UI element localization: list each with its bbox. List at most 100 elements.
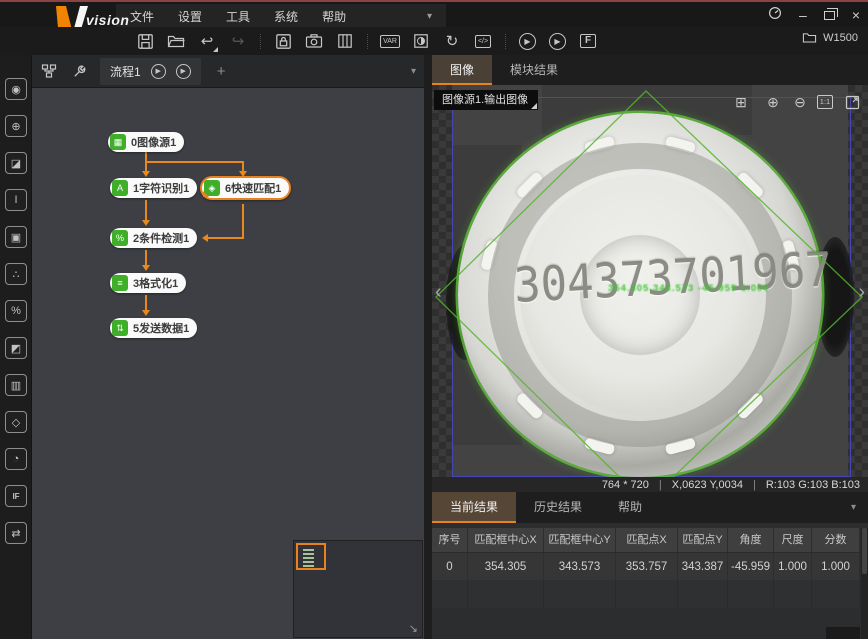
image-processing-tool-icon[interactable]: ◩ bbox=[5, 337, 27, 359]
run-once-icon[interactable]: ▶ bbox=[519, 33, 536, 50]
fullscreen-icon[interactable] bbox=[843, 93, 861, 111]
node-fast-match[interactable]: ◈ 6快速匹配1 bbox=[200, 176, 291, 200]
statistics-tool-icon[interactable]: ▥ bbox=[5, 374, 27, 396]
tool-sidebar: ◉ ⊕ ◪ I ▣ ∴ % ◩ ▥ ◇ ◔ IF ⇄ bbox=[0, 55, 32, 639]
color-tool-icon[interactable]: ◇ bbox=[5, 411, 27, 433]
connector bbox=[145, 200, 147, 222]
solution-folder-icon bbox=[802, 31, 817, 44]
node-format[interactable]: ≡ 3格式化1 bbox=[110, 273, 186, 293]
image-source-selector[interactable]: 图像源1.输出图像 bbox=[434, 90, 538, 110]
solution-name: W1500 bbox=[823, 32, 858, 44]
character-recognition-node-icon: A bbox=[112, 180, 128, 196]
variables-icon[interactable]: VAR bbox=[381, 32, 399, 50]
communication-tool-icon[interactable]: ⇄ bbox=[5, 522, 27, 544]
format-node-icon: ≡ bbox=[112, 275, 128, 291]
table-row[interactable]: 0 354.305 343.573 353.757 343.387 -45.95… bbox=[432, 552, 860, 580]
node-character-recognition[interactable]: A 1字符识别1 bbox=[110, 178, 197, 198]
image-adjust-tool-icon[interactable]: ◪ bbox=[5, 152, 27, 174]
run-continuous-icon[interactable]: ▶ bbox=[549, 33, 566, 50]
performance-gauge-icon[interactable] bbox=[768, 5, 782, 25]
send-data-node-icon: ⇅ bbox=[112, 320, 128, 336]
window-controls: – × bbox=[768, 5, 860, 25]
prev-image-arrow[interactable]: ‹ bbox=[435, 281, 442, 304]
wrench-icon[interactable] bbox=[70, 62, 88, 80]
col-match-center-x: 匹配框中心X bbox=[468, 528, 544, 552]
col-score: 分数 bbox=[812, 528, 860, 552]
visionmaster-window: 文件 设置 工具 系统 帮助 ▾ – × vision master bbox=[0, 0, 868, 639]
undo-icon[interactable]: ↩ bbox=[198, 32, 216, 50]
flow-header: 流程1 ▶ ▶ + ▾ bbox=[32, 55, 424, 88]
col-scale: 尺度 bbox=[774, 528, 812, 552]
node-image-source[interactable]: ▦ 0图像源1 bbox=[108, 132, 184, 152]
save-locked-icon[interactable] bbox=[274, 32, 292, 50]
global-trigger-icon[interactable]: ↻ bbox=[443, 32, 461, 50]
minimap-resize-handle[interactable]: ↘ bbox=[409, 622, 418, 635]
flow-canvas[interactable]: ▦ 0图像源1 A 1字符识别1 ◈ 6快速匹配1 % 2条件检测1 ≡ 3格式… bbox=[32, 88, 424, 639]
close-button[interactable]: × bbox=[852, 5, 860, 25]
image-status-bar: 764 * 720 | X,0623 Y,0034 | R:103 G:103 … bbox=[432, 477, 868, 492]
minimap-viewport[interactable] bbox=[296, 543, 326, 570]
toolbar-separator bbox=[367, 34, 368, 49]
zoom-in-icon[interactable]: ⊕ bbox=[764, 93, 782, 111]
add-flow-button[interactable]: + bbox=[217, 63, 226, 80]
flow-minimap[interactable]: ↘ bbox=[293, 540, 423, 638]
next-image-arrow[interactable]: › bbox=[858, 281, 865, 304]
one-to-one-icon[interactable]: 1:1 bbox=[816, 93, 834, 111]
node-send-data[interactable]: ⇅ 5发送数据1 bbox=[110, 318, 197, 338]
result-tabs-bar: 当前结果 历史结果 帮助 ▾ bbox=[432, 492, 868, 523]
script-icon[interactable]: </> bbox=[474, 32, 492, 50]
fit-to-window-icon[interactable]: ⊞ bbox=[732, 93, 750, 111]
if-condition-tool-icon[interactable]: IF bbox=[5, 485, 27, 507]
scroll-corner bbox=[826, 627, 860, 639]
connector bbox=[242, 204, 244, 239]
flow-tab[interactable]: 流程1 ▶ ▶ bbox=[100, 58, 201, 85]
restore-button[interactable] bbox=[824, 11, 835, 20]
menubar-collapse-icon[interactable]: ▾ bbox=[427, 11, 432, 22]
menu-settings[interactable]: 设置 bbox=[178, 8, 202, 25]
connector bbox=[204, 237, 244, 239]
tab-current-result[interactable]: 当前结果 bbox=[432, 492, 516, 523]
camera-icon[interactable] bbox=[305, 32, 323, 50]
image-viewer[interactable]: 304373701967 354.305,343.573 -45.959 1.0… bbox=[432, 85, 868, 477]
table-scrollbar[interactable] bbox=[861, 528, 868, 639]
image-source-node-icon: ▦ bbox=[110, 134, 126, 150]
location-tool-icon[interactable]: ▣ bbox=[5, 226, 27, 248]
contrast-icon[interactable] bbox=[412, 32, 430, 50]
tab-help[interactable]: 帮助 bbox=[600, 492, 660, 523]
zoom-out-icon[interactable]: ⊖ bbox=[791, 93, 809, 111]
table-header-row: 序号 匹配框中心X 匹配框中心Y 匹配点X 匹配点Y 角度 尺度 分数 bbox=[432, 528, 860, 552]
table-scrollbar-thumb[interactable] bbox=[862, 528, 867, 574]
image-tabs-bar: 图像 模块结果 bbox=[432, 55, 868, 85]
col-match-point-x: 匹配点X bbox=[616, 528, 678, 552]
solution-chip[interactable]: W1500 bbox=[802, 31, 858, 44]
panel-divider[interactable] bbox=[424, 55, 432, 639]
tab-history-result[interactable]: 历史结果 bbox=[516, 492, 600, 523]
col-index: 序号 bbox=[432, 528, 468, 552]
flow-panel-collapse-icon[interactable]: ▾ bbox=[411, 66, 416, 77]
flow-run-continuous-icon[interactable]: ▶ bbox=[176, 64, 191, 79]
logic-tool-icon[interactable]: % bbox=[5, 300, 27, 322]
connector bbox=[145, 161, 244, 163]
camera-tool-icon[interactable]: ◉ bbox=[5, 78, 27, 100]
measurement-tool-icon[interactable]: ∴ bbox=[5, 263, 27, 285]
minimize-button[interactable]: – bbox=[799, 5, 807, 25]
acquisition-timer-tool-icon[interactable]: ◔ bbox=[5, 448, 27, 470]
flowchart-icon[interactable] bbox=[40, 62, 58, 80]
save-icon[interactable] bbox=[136, 32, 154, 50]
format-icon[interactable]: F bbox=[579, 32, 597, 50]
calibration-tool-icon[interactable]: ⊕ bbox=[5, 115, 27, 137]
node-condition-detect[interactable]: % 2条件检测1 bbox=[110, 228, 197, 248]
col-match-point-y: 匹配点Y bbox=[678, 528, 728, 552]
main-toolbar: ↩ ↪ VAR ↻ </> ▶ ▶ F bbox=[0, 27, 868, 55]
flow-run-once-icon[interactable]: ▶ bbox=[151, 64, 166, 79]
menu-help[interactable]: 帮助 bbox=[322, 8, 346, 25]
open-folder-icon[interactable] bbox=[167, 32, 185, 50]
menu-tools[interactable]: 工具 bbox=[226, 8, 250, 25]
connector-arrow bbox=[198, 234, 208, 242]
tab-module-result[interactable]: 模块结果 bbox=[492, 55, 576, 85]
result-panel-collapse-icon[interactable]: ▾ bbox=[851, 492, 868, 523]
menu-system[interactable]: 系统 bbox=[274, 8, 298, 25]
character-recognition-tool-icon[interactable]: I bbox=[5, 189, 27, 211]
tab-image[interactable]: 图像 bbox=[432, 55, 492, 85]
module-manager-icon[interactable] bbox=[336, 32, 354, 50]
